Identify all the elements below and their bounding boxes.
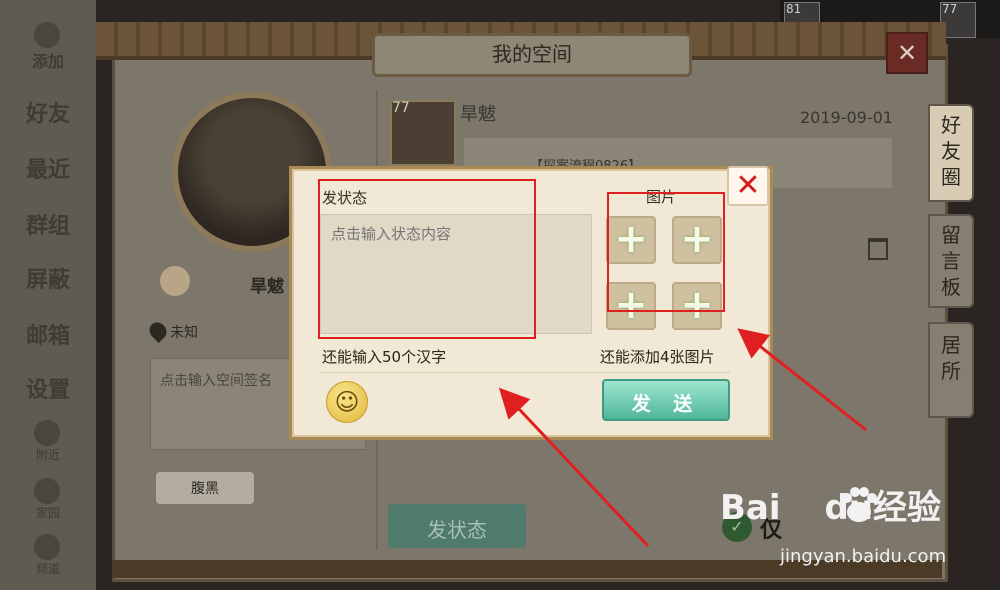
nav-item-mail[interactable]: 邮箱 bbox=[0, 318, 96, 350]
tab-label: 留言板 bbox=[941, 223, 961, 299]
hud-level: 77 bbox=[942, 2, 958, 16]
home-icon bbox=[34, 478, 60, 504]
nearby-icon bbox=[34, 420, 60, 446]
remaining-chars-text: 还能输入50个汉字 bbox=[322, 348, 447, 366]
watermark-brand-prefix: Bai bbox=[720, 488, 781, 528]
nav-item-home[interactable]: 家园 bbox=[0, 504, 96, 521]
emoji-icon[interactable]: ☺ bbox=[326, 381, 368, 423]
annotation-box-pictures bbox=[607, 192, 725, 312]
add-friend-icon bbox=[34, 22, 60, 48]
nav-item-recent[interactable]: 最近 bbox=[0, 152, 96, 184]
close-icon: ✕ bbox=[896, 39, 918, 67]
nav-item-groups[interactable]: 群组 bbox=[0, 208, 96, 240]
nav-item-channel[interactable]: 频道 bbox=[0, 560, 96, 577]
nav-item-settings[interactable]: 设置 bbox=[0, 372, 96, 404]
tab-label: 好友圈 bbox=[941, 113, 961, 189]
close-dialog-button[interactable]: ✕ bbox=[727, 166, 769, 206]
feed-level: 77 bbox=[392, 100, 410, 116]
watermark-url: jingyan.baidu.com bbox=[780, 546, 947, 567]
nav-item-blocked[interactable]: 屏蔽 bbox=[0, 262, 96, 294]
coin-icon bbox=[160, 266, 190, 296]
hud-level: 81 bbox=[786, 2, 802, 16]
profile-name: 旱魃 bbox=[250, 277, 284, 297]
remaining-pics-text: 还能添加4张图片 bbox=[600, 348, 715, 366]
tab-message-board[interactable]: 留言板 bbox=[928, 214, 974, 308]
signature-placeholder: 点击输入空间签名 bbox=[160, 373, 272, 389]
window-title: 我的空间 bbox=[492, 42, 572, 66]
annotation-box-status bbox=[318, 179, 536, 339]
watermark-brand: Bai du经验 bbox=[720, 480, 941, 529]
nav-item-add[interactable]: 添加 bbox=[0, 48, 96, 72]
tab-friend-circle[interactable]: 好友圈 bbox=[928, 104, 974, 202]
paw-logo-icon bbox=[842, 487, 877, 522]
feed-date: 2019-09-01 bbox=[800, 108, 893, 127]
tab-label: 居所 bbox=[941, 333, 961, 383]
close-icon: ✕ bbox=[735, 168, 761, 203]
channel-icon bbox=[34, 534, 60, 560]
tag-label: 腹黑 bbox=[191, 481, 219, 497]
nav-item-nearby[interactable]: 附近 bbox=[0, 446, 96, 463]
close-window-button[interactable]: ✕ bbox=[886, 32, 928, 74]
nav-item-friends[interactable]: 好友 bbox=[0, 96, 96, 128]
send-button-label: 发 送 bbox=[631, 393, 701, 415]
trash-icon[interactable] bbox=[868, 238, 888, 260]
profile-location: 未知 bbox=[170, 325, 198, 341]
tab-residence[interactable]: 居所 bbox=[928, 322, 974, 418]
dialog-divider bbox=[320, 372, 730, 373]
post-status-label: 发状态 bbox=[427, 518, 487, 542]
feed-name[interactable]: 旱魃 bbox=[460, 100, 496, 126]
